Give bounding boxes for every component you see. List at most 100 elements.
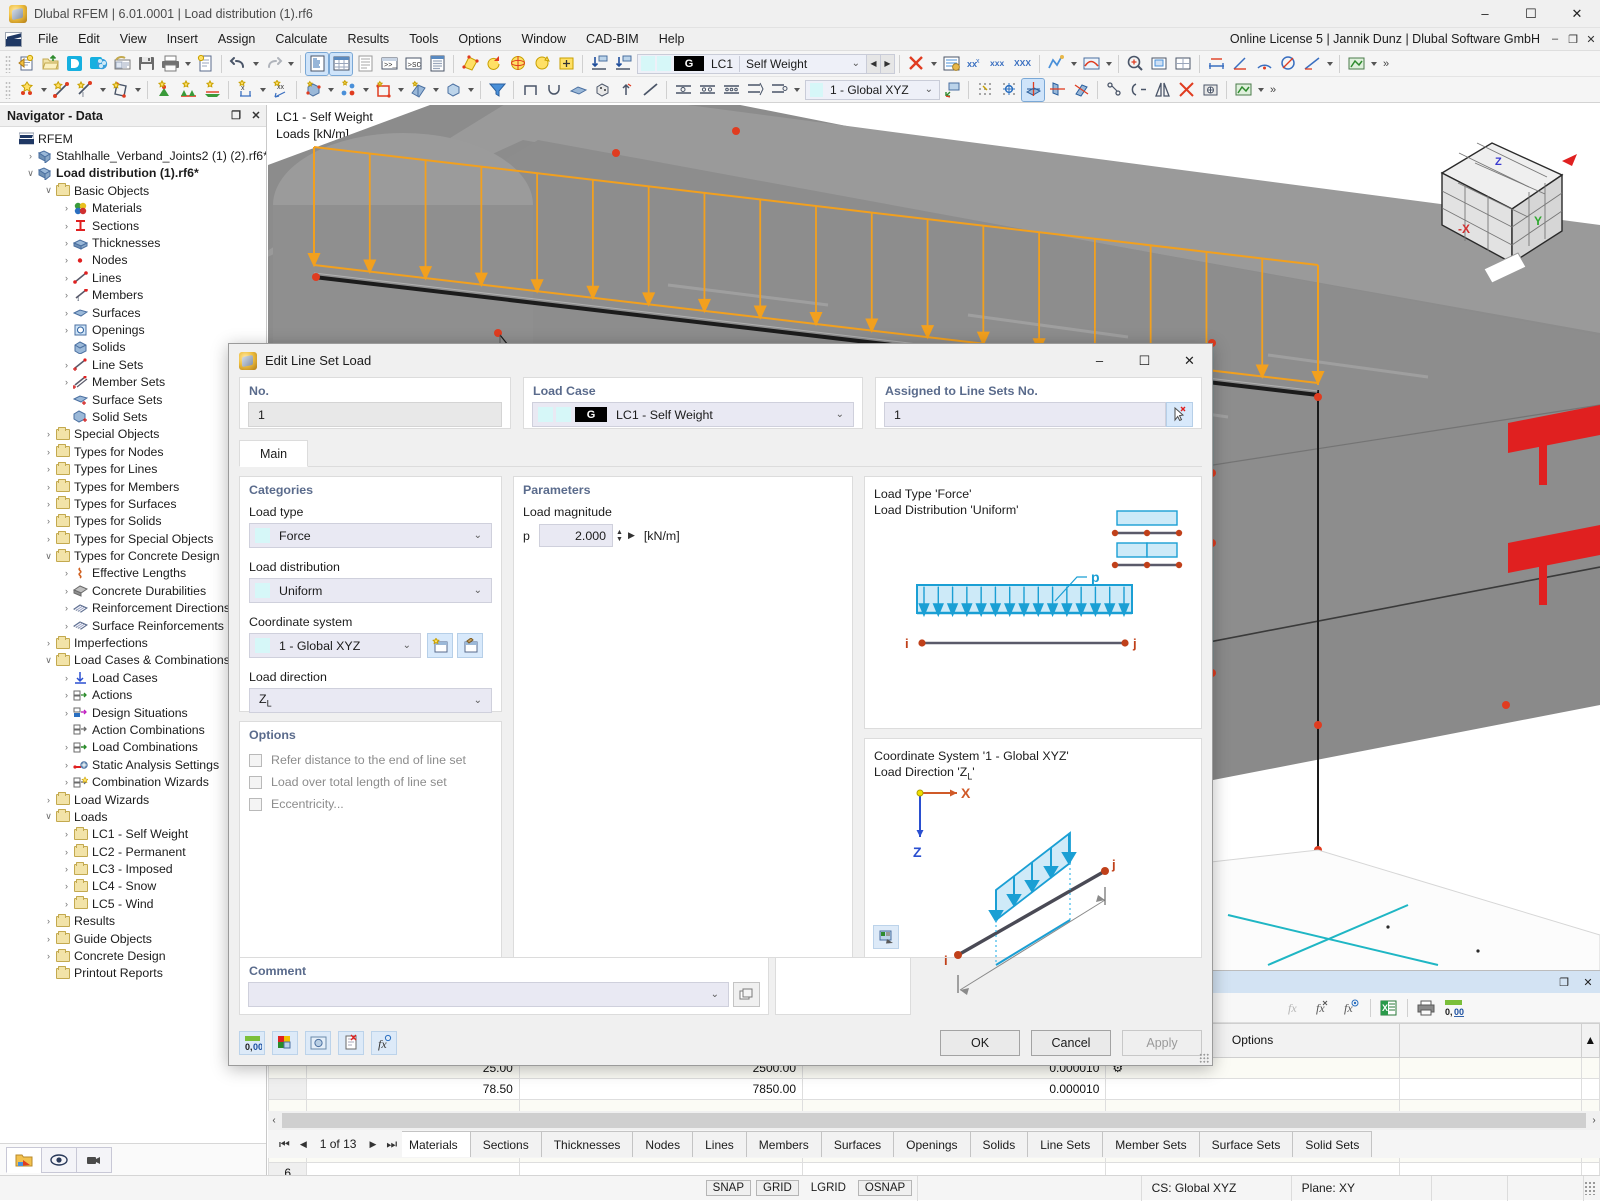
chevron-right-icon[interactable]: ›	[24, 150, 37, 163]
menu-item-cad-bim[interactable]: CAD-BIM	[576, 30, 649, 48]
cancel-button[interactable]: Cancel	[1031, 1030, 1111, 1056]
chevron-right-icon[interactable]: ›	[42, 480, 55, 493]
chevron-right-icon[interactable]: ›	[60, 776, 73, 789]
chevron-right-icon[interactable]: ›	[60, 671, 73, 684]
navigator-item-results[interactable]: › Results	[0, 913, 266, 930]
option-load-over-total-length[interactable]: Load over total length of line set	[249, 771, 501, 793]
coordinate-system-combo[interactable]: 1 - Global XYZ ⌄	[249, 633, 421, 658]
frame-generator-icon[interactable]	[372, 79, 394, 101]
dialog-minimize-button[interactable]: –	[1077, 344, 1122, 377]
excel-export-icon[interactable]: X	[1376, 996, 1402, 1020]
sheet-tab-materials[interactable]: Materials	[396, 1131, 471, 1157]
nodal-load-icon[interactable]: x	[234, 79, 256, 101]
visual-settings-icon[interactable]	[1345, 53, 1367, 75]
table-window-close-button[interactable]: ✕	[1576, 971, 1600, 993]
hinge-h1-icon[interactable]	[672, 79, 694, 101]
rotate-view-icon[interactable]	[483, 53, 505, 75]
mirror-icon[interactable]	[1151, 79, 1173, 101]
navigator-item-rfem[interactable]: RFEM	[0, 130, 266, 147]
section-shape-icon[interactable]	[519, 79, 541, 101]
zoom-all-icon[interactable]	[1124, 53, 1146, 75]
load-distribution-combo[interactable]: Uniform ⌄	[249, 578, 492, 603]
dialog-close-button[interactable]: ✕	[1167, 344, 1212, 377]
options-cell[interactable]	[1105, 1078, 1400, 1100]
dimension-dropdown-icon[interactable]	[1324, 53, 1335, 75]
chevron-right-icon[interactable]: ›	[60, 289, 73, 302]
undo-icon[interactable]	[227, 53, 249, 75]
snap-toggle-osnap[interactable]: OSNAP	[857, 1180, 913, 1196]
curve-shape-icon[interactable]	[543, 79, 565, 101]
delete-load-button[interactable]	[338, 1031, 364, 1055]
navigator-item-action-combinations[interactable]: Action Combinations	[0, 721, 266, 738]
load-type-combo[interactable]: Force ⌄	[249, 523, 492, 548]
sheet-tab-lines[interactable]: Lines	[692, 1131, 747, 1157]
decimal-places-icon[interactable]: 0, 00	[1441, 996, 1467, 1020]
new-node-dropdown-icon[interactable]	[38, 79, 49, 101]
stepper-down-icon[interactable]: ▼	[616, 536, 623, 543]
redo-dropdown-icon[interactable]	[285, 53, 296, 75]
dialog-load-case-combo[interactable]: G LC1 - Self Weight ⌄	[532, 402, 854, 427]
navigator-item-types-for-lines[interactable]: › Types for Lines	[0, 460, 266, 477]
navigator-item-surface-sets[interactable]: Surface Sets	[0, 391, 266, 408]
table-window-restore-button[interactable]: ❐	[1552, 971, 1576, 993]
surface-generator-icon[interactable]	[407, 79, 429, 101]
assigned-field[interactable]: 1	[884, 402, 1166, 427]
snap-settings-icon[interactable]	[1199, 79, 1221, 101]
sheet-tab-surfaces[interactable]: Surfaces	[820, 1131, 895, 1157]
scroll-cell[interactable]	[1580, 1057, 1600, 1079]
chevron-right-icon[interactable]: ›	[60, 619, 73, 632]
new-line-support-icon[interactable]	[177, 79, 199, 101]
navigator-item-guide-objects[interactable]: › Guide Objects	[0, 930, 266, 947]
mdi-close-button[interactable]: ✕	[1582, 29, 1600, 49]
print-icon[interactable]	[159, 53, 181, 75]
navigator-item-solid-sets[interactable]: Solid Sets	[0, 408, 266, 425]
chevron-right-icon[interactable]: ›	[60, 758, 73, 771]
chevron-right-icon[interactable]: ›	[42, 445, 55, 458]
work-plane-xz-icon[interactable]	[1070, 79, 1092, 101]
results-x-icon[interactable]: xx x	[964, 53, 986, 75]
chevron-down-icon[interactable]: ∨	[42, 550, 55, 563]
navigator-tab-display[interactable]	[41, 1146, 77, 1173]
navigator-item-concrete-design[interactable]: › Concrete Design	[0, 947, 266, 964]
checkbox[interactable]	[249, 775, 262, 789]
formula-button[interactable]: fx	[371, 1031, 397, 1055]
navigator-panel-icon[interactable]	[305, 51, 329, 76]
navigator-item-concrete-durabilities[interactable]: › Concrete Durabilities	[0, 582, 266, 599]
nodes-group-dropdown-icon[interactable]	[360, 79, 371, 101]
chevron-right-icon[interactable]: ›	[42, 428, 55, 441]
extra-cell[interactable]	[1398, 1078, 1582, 1100]
new-member-icon[interactable]: I	[74, 79, 96, 101]
render-view-icon[interactable]	[459, 53, 481, 75]
navigator-item-types-for-solids[interactable]: › Types for Solids	[0, 513, 266, 530]
navigator-item-thicknesses[interactable]: › Thicknesses	[0, 234, 266, 251]
printout-report-icon[interactable]	[194, 53, 216, 75]
edit-coordinate-system-button[interactable]	[457, 633, 483, 658]
preview-settings-button[interactable]	[873, 925, 899, 949]
navigator-item-design-situations[interactable]: › Design Situations	[0, 704, 266, 721]
menu-item-file[interactable]: File	[28, 30, 68, 48]
checkbox[interactable]	[249, 797, 262, 811]
navigator-item-effective-lengths[interactable]: › Effective Lengths	[0, 565, 266, 582]
pager-last-button[interactable]: ⏭	[381, 1137, 402, 1152]
formula-delete-icon[interactable]: fx	[1311, 996, 1337, 1020]
member-load-icon[interactable]: xx	[269, 79, 291, 101]
option-eccentricity[interactable]: Eccentricity...	[249, 793, 501, 815]
sheet-tab-nodes[interactable]: Nodes	[632, 1131, 694, 1157]
filter-icon[interactable]	[486, 79, 508, 101]
pager-prev-button[interactable]: ◀	[295, 1139, 312, 1150]
navigator-item-nodes[interactable]: › Nodes	[0, 252, 266, 269]
table-panel-icon[interactable]	[329, 51, 353, 76]
chevron-right-icon[interactable]: ›	[60, 567, 73, 580]
chevron-right-icon[interactable]: ›	[60, 323, 73, 336]
delete-dropdown-icon[interactable]	[928, 53, 939, 75]
navigator-item-solids[interactable]: Solids	[0, 339, 266, 356]
save-icon[interactable]	[135, 53, 157, 75]
navigator-item-types-for-surfaces[interactable]: › Types for Surfaces	[0, 495, 266, 512]
navigator-tab-data[interactable]	[6, 1146, 42, 1173]
mdi-minimize-button[interactable]: –	[1546, 29, 1564, 49]
toolbar-grip[interactable]	[5, 54, 11, 73]
chevron-right-icon[interactable]: ›	[42, 932, 55, 945]
chevron-right-icon[interactable]: ›	[42, 637, 55, 650]
chevron-right-icon[interactable]: ›	[60, 845, 73, 858]
chevron-right-icon[interactable]: ›	[60, 254, 73, 267]
